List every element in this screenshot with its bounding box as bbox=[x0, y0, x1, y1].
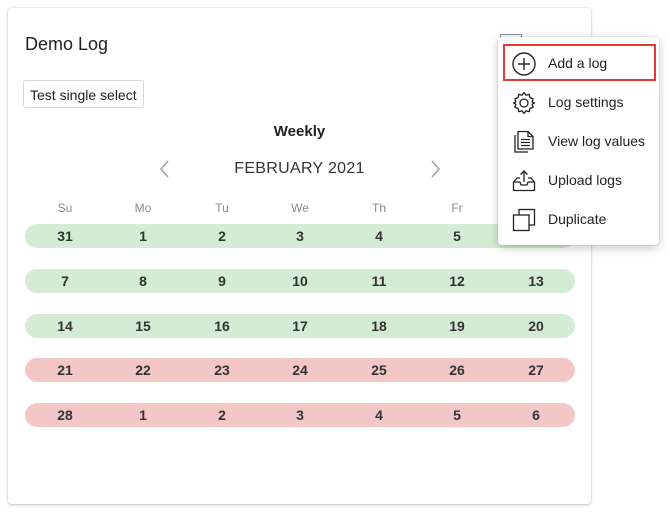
day-cell[interactable]: 20 bbox=[516, 314, 556, 338]
day-cell[interactable]: 19 bbox=[437, 314, 477, 338]
day-cell[interactable]: 14 bbox=[45, 314, 85, 338]
card-title: Demo Log bbox=[25, 34, 109, 54]
menu-item-label: Duplicate bbox=[548, 211, 607, 227]
menu-item-view-log-values[interactable]: View log values bbox=[498, 122, 659, 161]
week-row: 7 8 9 10 11 12 13 bbox=[25, 269, 575, 293]
day-cell[interactable]: 22 bbox=[123, 358, 163, 382]
document-icon bbox=[511, 129, 537, 155]
day-cell[interactable]: 10 bbox=[280, 269, 320, 293]
upload-tray-icon bbox=[511, 168, 537, 194]
day-cell[interactable]: 8 bbox=[123, 269, 163, 293]
context-menu: Add a log Log settings View log values U… bbox=[498, 37, 659, 245]
week-row: 21 22 23 24 25 26 27 bbox=[25, 358, 575, 382]
day-cell[interactable]: 13 bbox=[516, 269, 556, 293]
day-cell[interactable]: 7 bbox=[45, 269, 85, 293]
week-row: 14 15 16 17 18 19 20 bbox=[25, 314, 575, 338]
menu-item-label: Log settings bbox=[548, 94, 624, 110]
day-cell[interactable]: 9 bbox=[202, 269, 242, 293]
day-cell[interactable]: 15 bbox=[123, 314, 163, 338]
weekday-label: Tu bbox=[215, 201, 229, 215]
day-cell[interactable]: 26 bbox=[437, 358, 477, 382]
menu-item-duplicate[interactable]: Duplicate bbox=[498, 200, 659, 239]
day-cell[interactable]: 1 bbox=[123, 403, 163, 427]
plus-circle-icon bbox=[511, 51, 537, 77]
day-cell[interactable]: 6 bbox=[516, 403, 556, 427]
day-cell[interactable]: 11 bbox=[359, 269, 399, 293]
duplicate-icon bbox=[511, 207, 537, 233]
weekday-label: We bbox=[291, 201, 309, 215]
day-cell[interactable]: 28 bbox=[45, 403, 85, 427]
week-row: 28 1 2 3 4 5 6 bbox=[25, 403, 575, 427]
day-cell[interactable]: 31 bbox=[45, 224, 85, 248]
day-cell[interactable]: 21 bbox=[45, 358, 85, 382]
day-cell[interactable]: 1 bbox=[123, 224, 163, 248]
day-cell[interactable]: 12 bbox=[437, 269, 477, 293]
gear-icon bbox=[511, 90, 537, 116]
test-single-select-button[interactable]: Test single select bbox=[23, 80, 144, 108]
weekday-header: SuMoTuWeThFrSa bbox=[25, 201, 575, 217]
chevron-right-icon[interactable] bbox=[428, 158, 442, 180]
menu-item-log-settings[interactable]: Log settings bbox=[498, 83, 659, 122]
day-cell[interactable]: 27 bbox=[516, 358, 556, 382]
weekday-label: Su bbox=[57, 201, 73, 215]
menu-item-label: Add a log bbox=[548, 55, 608, 71]
weekday-label: Th bbox=[371, 201, 386, 215]
day-cell[interactable]: 2 bbox=[202, 403, 242, 427]
day-cell[interactable]: 2 bbox=[202, 224, 242, 248]
menu-item-upload-logs[interactable]: Upload logs bbox=[498, 161, 659, 200]
day-cell[interactable]: 4 bbox=[359, 224, 399, 248]
menu-item-label: View log values bbox=[548, 133, 646, 149]
day-cell[interactable]: 25 bbox=[359, 358, 399, 382]
day-cell[interactable]: 3 bbox=[280, 224, 320, 248]
day-cell[interactable]: 17 bbox=[280, 314, 320, 338]
day-cell[interactable]: 5 bbox=[437, 224, 477, 248]
day-cell[interactable]: 4 bbox=[359, 403, 399, 427]
menu-item-label: Upload logs bbox=[548, 172, 622, 188]
menu-item-add-log[interactable]: Add a log bbox=[498, 44, 659, 83]
day-cell[interactable]: 3 bbox=[280, 403, 320, 427]
day-cell[interactable]: 24 bbox=[280, 358, 320, 382]
day-cell[interactable]: 16 bbox=[202, 314, 242, 338]
weekday-label: Mo bbox=[134, 201, 152, 215]
day-cell[interactable]: 23 bbox=[202, 358, 242, 382]
week-row: 31123456 bbox=[25, 224, 575, 248]
weekday-label: Fr bbox=[451, 201, 463, 215]
day-cell[interactable]: 5 bbox=[437, 403, 477, 427]
day-cell[interactable]: 18 bbox=[359, 314, 399, 338]
